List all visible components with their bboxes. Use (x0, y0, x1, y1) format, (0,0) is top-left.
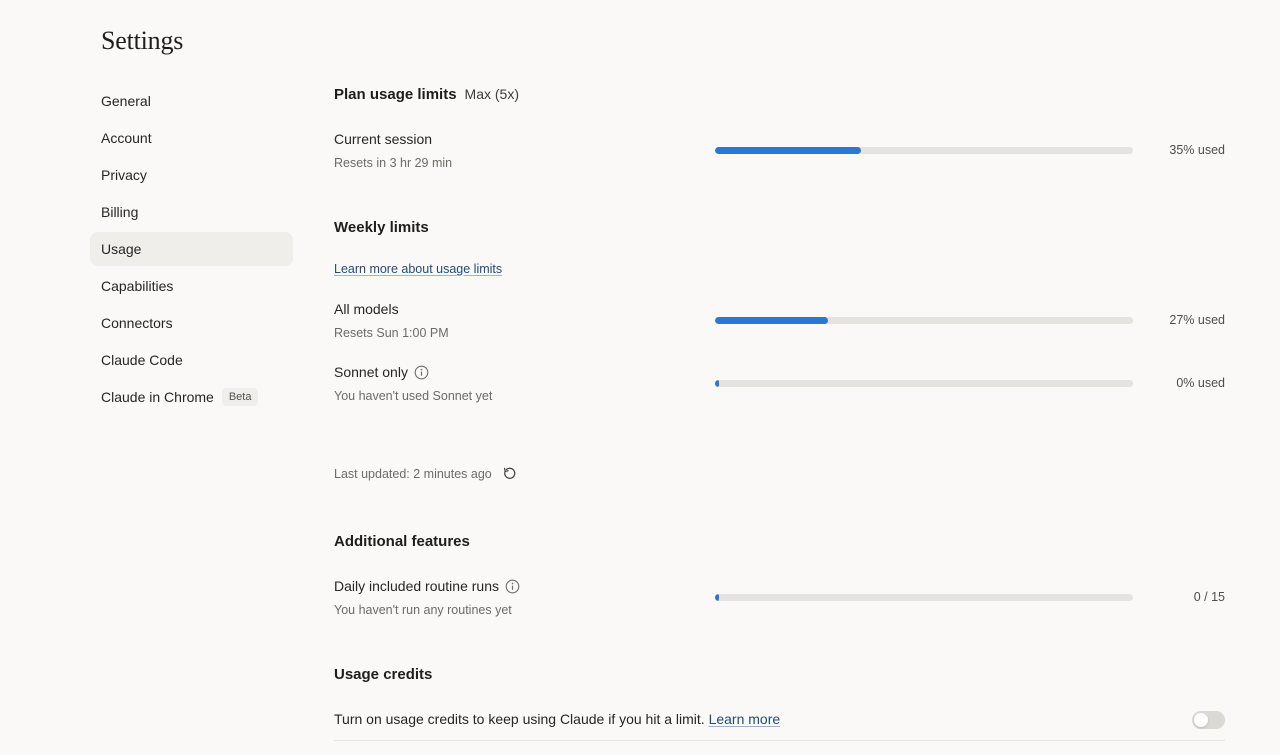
beta-badge: Beta (221, 388, 259, 406)
current-session-reset: Resets in 3 hr 29 min (334, 156, 453, 170)
sidebar-item-label: Privacy (101, 167, 147, 183)
sonnet-only-progress (715, 380, 1133, 387)
sonnet-only-row: Sonnet only (334, 364, 429, 380)
sidebar-item-claude-code[interactable]: Claude Code (90, 343, 293, 377)
weekly-limits-heading: Weekly limits (334, 219, 429, 236)
routine-runs-progress (715, 594, 1133, 601)
sidebar-item-account[interactable]: Account (90, 121, 293, 155)
routine-runs-row: Daily included routine runs (334, 578, 520, 594)
last-updated-text: Last updated: 2 minutes ago (334, 466, 492, 481)
info-icon[interactable] (505, 579, 520, 594)
additional-features-heading: Additional features (334, 533, 470, 550)
current-session-value: 35% used (1169, 143, 1225, 157)
usage-credits-heading: Usage credits (334, 666, 433, 683)
all-models-label: All models (334, 301, 399, 317)
sidebar-item-label: Capabilities (101, 278, 174, 294)
page-title: Settings (101, 26, 184, 55)
routine-runs-label: Daily included routine runs (334, 578, 499, 594)
sonnet-only-value: 0% used (1176, 376, 1225, 390)
usage-credits-text: Turn on usage credits to keep using Clau… (334, 711, 705, 727)
sonnet-only-status: You haven't used Sonnet yet (334, 389, 493, 403)
current-session-progress (715, 147, 1133, 154)
learn-more-usage-limits-link[interactable]: Learn more about usage limits (334, 262, 502, 276)
usage-credits-learn-more-link[interactable]: Learn more (709, 711, 781, 727)
sidebar-item-connectors[interactable]: Connectors (90, 306, 293, 340)
all-models-reset: Resets Sun 1:00 PM (334, 326, 449, 340)
all-models-value: 27% used (1169, 313, 1225, 327)
sidebar-item-label: Billing (101, 204, 139, 220)
progress-fill (715, 147, 862, 154)
refresh-icon[interactable] (502, 466, 517, 481)
sidebar-item-label: Account (101, 130, 152, 146)
toggle-knob (1194, 713, 1208, 727)
info-icon[interactable] (414, 365, 429, 380)
usage-credits-toggle[interactable] (1192, 711, 1225, 729)
divider (334, 740, 1225, 741)
progress-fill (715, 317, 828, 324)
sonnet-only-label: Sonnet only (334, 364, 408, 380)
sidebar-item-label: Connectors (101, 315, 173, 331)
sidebar-item-label: Claude Code (101, 352, 183, 368)
sidebar-item-general[interactable]: General (90, 84, 293, 118)
routine-runs-value: 0 / 15 (1193, 590, 1225, 604)
settings-sidebar: General Account Privacy Billing Usage Ca… (90, 84, 293, 417)
sidebar-item-billing[interactable]: Billing (90, 195, 293, 229)
usage-credits-text-row: Turn on usage credits to keep using Clau… (334, 711, 780, 727)
sidebar-item-label: Claude in Chrome (101, 389, 214, 405)
progress-fill (715, 594, 719, 601)
sidebar-item-usage[interactable]: Usage (90, 232, 293, 266)
routine-runs-status: You haven't run any routines yet (334, 603, 512, 617)
plan-usage-title: Plan usage limits (334, 86, 457, 103)
current-session-label: Current session (334, 131, 433, 147)
usage-panel: Plan usage limits Max (5x) Current sessio… (334, 0, 1225, 755)
sidebar-item-label: General (101, 93, 151, 109)
plan-name: Max (5x) (464, 86, 519, 102)
sidebar-item-privacy[interactable]: Privacy (90, 158, 293, 192)
progress-fill (715, 380, 719, 387)
sidebar-item-label: Usage (101, 241, 142, 257)
last-updated: Last updated: 2 minutes ago (334, 466, 517, 481)
sidebar-item-capabilities[interactable]: Capabilities (90, 269, 293, 303)
plan-usage-heading: Plan usage limits Max (5x) (334, 86, 519, 103)
sidebar-item-claude-in-chrome[interactable]: Claude in Chrome Beta (90, 380, 293, 414)
all-models-progress (715, 317, 1133, 324)
